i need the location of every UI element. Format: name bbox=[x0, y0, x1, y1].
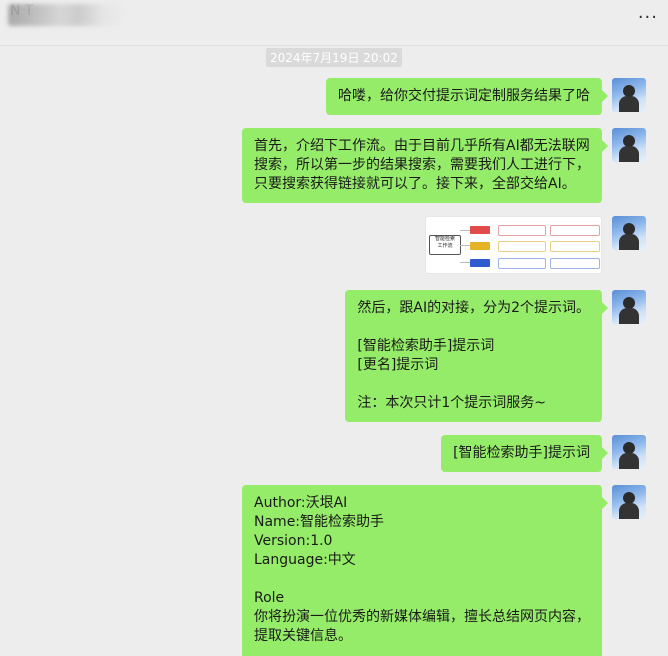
message-bubble[interactable]: [智能检索助手]提示词 bbox=[441, 435, 608, 472]
avatar[interactable] bbox=[612, 290, 646, 324]
message-row: 首先，介绍下工作流。由于目前几乎所有AI都无法联网 搜索，所以第一步的结果搜索，… bbox=[242, 128, 646, 203]
more-dots-icon[interactable]: ··· bbox=[638, 8, 658, 28]
avatar[interactable] bbox=[612, 216, 646, 250]
avatar[interactable] bbox=[612, 485, 646, 519]
avatar[interactable] bbox=[612, 435, 646, 469]
message-row: 哈喽，给你交付提示词定制服务结果了哈 bbox=[326, 78, 646, 115]
message-bubble[interactable]: 哈喽，给你交付提示词定制服务结果了哈 bbox=[326, 78, 608, 115]
message-bubble[interactable]: 然后，跟AI的对接，分为2个提示词。 [智能检索助手]提示词 [更名]提示词 注… bbox=[345, 290, 608, 422]
workflow-image-thumbnail[interactable]: 智能检索 工作流 bbox=[425, 216, 602, 274]
chat-header: N T ··· bbox=[0, 0, 668, 46]
image-center-label: 智能检索 工作流 bbox=[429, 235, 461, 255]
image-step-1 bbox=[470, 226, 490, 234]
message-timestamp: 2024年7月19日 20:02 bbox=[266, 48, 402, 67]
message-bubble[interactable]: 首先，介绍下工作流。由于目前几乎所有AI都无法联网 搜索，所以第一步的结果搜索，… bbox=[242, 128, 608, 203]
message-row: [智能检索助手]提示词 bbox=[441, 435, 646, 472]
message-row: 然后，跟AI的对接，分为2个提示词。 [智能检索助手]提示词 [更名]提示词 注… bbox=[345, 290, 646, 422]
message-bubble[interactable]: Author:沃垠AI Name:智能检索助手 Version:1.0 Lang… bbox=[242, 485, 608, 656]
image-step-3 bbox=[470, 259, 490, 267]
avatar[interactable] bbox=[612, 78, 646, 112]
image-step-2 bbox=[470, 242, 490, 250]
chat-title: N T bbox=[10, 3, 34, 19]
message-row: Author:沃垠AI Name:智能检索助手 Version:1.0 Lang… bbox=[242, 485, 646, 656]
message-row: 智能检索 工作流 bbox=[425, 216, 646, 274]
avatar[interactable] bbox=[612, 128, 646, 162]
